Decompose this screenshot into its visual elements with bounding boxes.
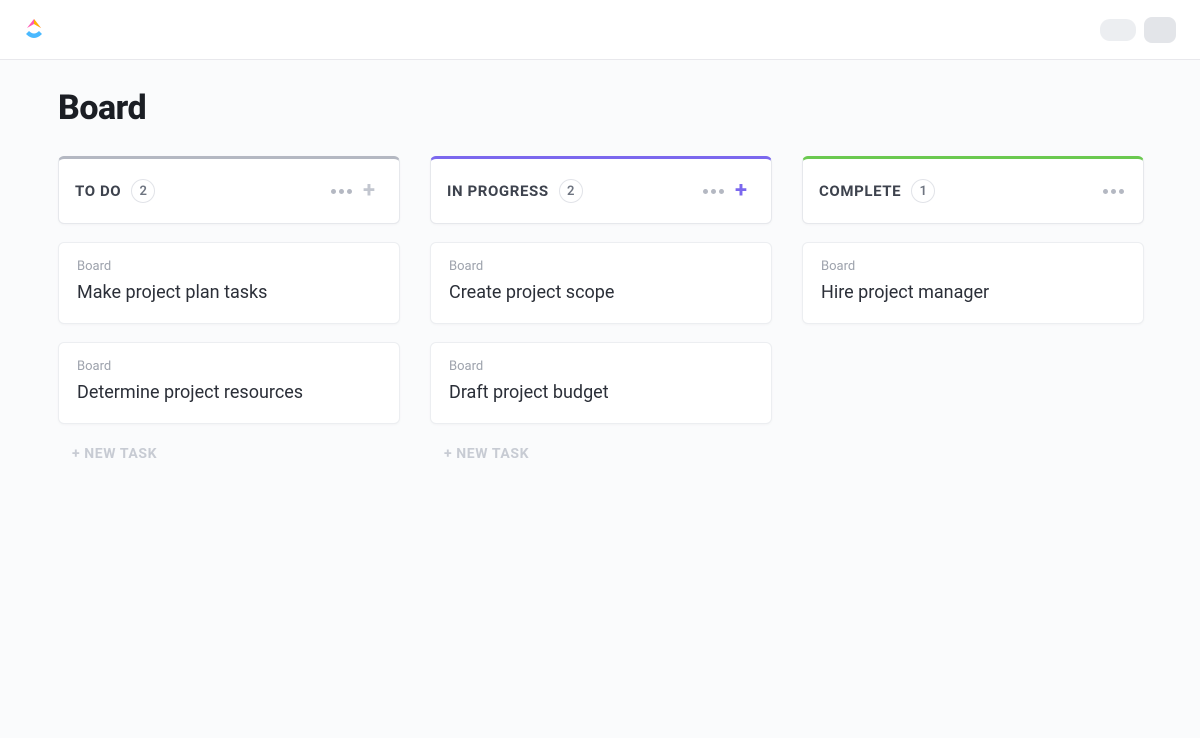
task-card[interactable]: Board Create project scope bbox=[430, 242, 772, 324]
plus-icon: + bbox=[735, 180, 747, 202]
more-icon[interactable] bbox=[327, 177, 355, 205]
card-title: Draft project budget bbox=[449, 382, 753, 403]
topbar-pill-2[interactable] bbox=[1144, 17, 1176, 43]
card-category: Board bbox=[449, 359, 753, 374]
app-logo[interactable] bbox=[20, 16, 48, 44]
task-card[interactable]: Board Draft project budget bbox=[430, 342, 772, 424]
new-task-button[interactable]: + NEW TASK bbox=[58, 442, 400, 466]
topbar bbox=[0, 0, 1200, 60]
column-title: COMPLETE bbox=[819, 182, 901, 200]
column-header-progress: IN PROGRESS 2 + bbox=[430, 156, 772, 224]
column-header-todo: TO DO 2 + bbox=[58, 156, 400, 224]
card-category: Board bbox=[77, 259, 381, 274]
board-columns: TO DO2+BoardMake project plan tasksBoard… bbox=[58, 156, 1142, 466]
page-title: Board bbox=[58, 88, 1142, 128]
card-title: Hire project manager bbox=[821, 282, 1125, 303]
column-header-complete: COMPLETE 1 bbox=[802, 156, 1144, 224]
column-title: TO DO bbox=[75, 182, 121, 200]
more-icon[interactable] bbox=[1099, 177, 1127, 205]
card-category: Board bbox=[449, 259, 753, 274]
plus-icon: + bbox=[363, 180, 375, 202]
add-card-button[interactable]: + bbox=[355, 177, 383, 205]
column-count-badge: 2 bbox=[559, 179, 583, 203]
column-title: IN PROGRESS bbox=[447, 182, 549, 200]
more-icon[interactable] bbox=[699, 177, 727, 205]
card-category: Board bbox=[821, 259, 1125, 274]
column-progress: IN PROGRESS2+BoardCreate project scopeBo… bbox=[430, 156, 772, 466]
new-task-button[interactable]: + NEW TASK bbox=[430, 442, 772, 466]
task-card[interactable]: Board Hire project manager bbox=[802, 242, 1144, 324]
topbar-actions bbox=[1100, 17, 1176, 43]
topbar-pill-1[interactable] bbox=[1100, 19, 1136, 41]
task-card[interactable]: Board Make project plan tasks bbox=[58, 242, 400, 324]
task-card[interactable]: Board Determine project resources bbox=[58, 342, 400, 424]
content-area: Board TO DO 2 + Board Make project plan task… bbox=[0, 60, 1200, 738]
column-count-badge: 1 bbox=[911, 179, 935, 203]
column-todo: TO DO2+BoardMake project plan tasksBoard… bbox=[58, 156, 400, 466]
card-title: Make project plan tasks bbox=[77, 282, 381, 303]
column-complete: COMPLETE 1 Board Hire project manager bbox=[802, 156, 1144, 466]
card-category: Board bbox=[77, 359, 381, 374]
column-count-badge: 2 bbox=[131, 179, 155, 203]
card-title: Determine project resources bbox=[77, 382, 381, 403]
add-card-button[interactable]: + bbox=[727, 177, 755, 205]
card-title: Create project scope bbox=[449, 282, 753, 303]
